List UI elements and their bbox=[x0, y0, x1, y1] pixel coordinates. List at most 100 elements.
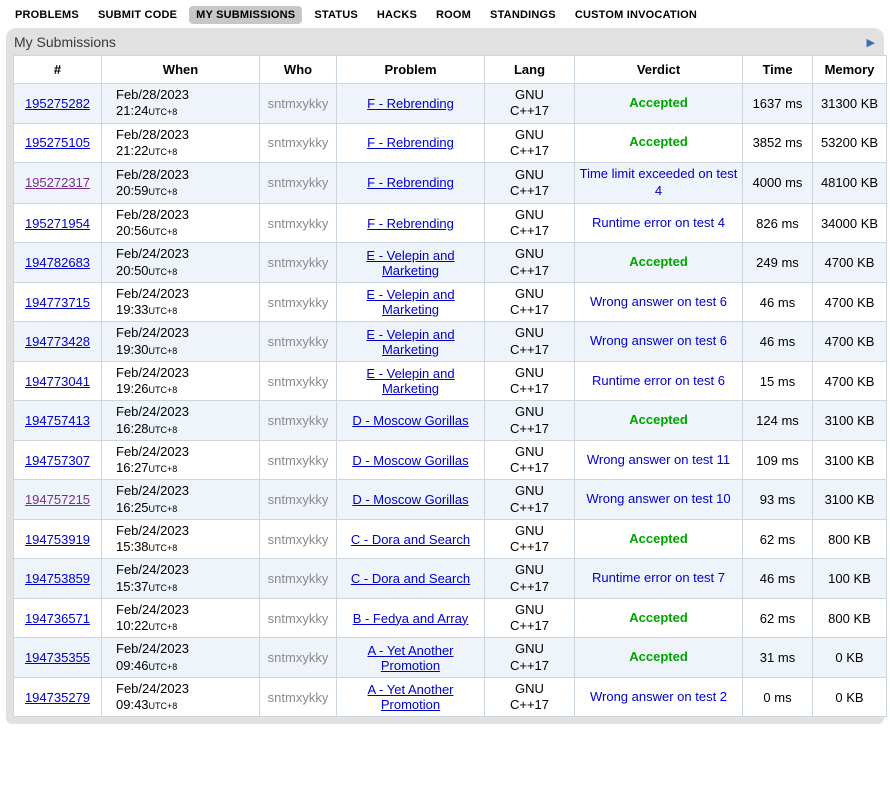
problem-link[interactable]: F - Rebrending bbox=[367, 135, 454, 150]
submission-time: 20:59 bbox=[116, 183, 149, 198]
verdict-text[interactable]: Wrong answer on test 6 bbox=[590, 294, 727, 309]
submission-when: Feb/28/2023 21:24UTC+8 bbox=[102, 84, 260, 124]
problem-link[interactable]: E - Velepin and Marketing bbox=[366, 248, 454, 278]
submitter-name: sntmxykky bbox=[268, 453, 329, 468]
table-row: 194757215 Feb/24/2023 16:25UTC+8 sntmxyk… bbox=[14, 480, 887, 520]
verdict-text[interactable]: Accepted bbox=[629, 95, 688, 110]
execution-time: 46 ms bbox=[743, 282, 813, 322]
problem-link[interactable]: F - Rebrending bbox=[367, 175, 454, 190]
submission-id-link[interactable]: 194757215 bbox=[25, 492, 90, 507]
submission-date: Feb/28/2023 bbox=[116, 127, 189, 142]
submission-id-link[interactable]: 194757413 bbox=[25, 413, 90, 428]
nav-item-submit-code[interactable]: SUBMIT CODE bbox=[91, 6, 184, 24]
table-row: 195271954 Feb/28/2023 20:56UTC+8 sntmxyk… bbox=[14, 203, 887, 243]
nav-item-standings[interactable]: STANDINGS bbox=[483, 6, 563, 24]
verdict-text[interactable]: Accepted bbox=[629, 610, 688, 625]
problem-link[interactable]: E - Velepin and Marketing bbox=[366, 327, 454, 357]
submission-when: Feb/28/2023 21:22UTC+8 bbox=[102, 123, 260, 163]
submission-when: Feb/24/2023 10:22UTC+8 bbox=[102, 598, 260, 638]
problem-link[interactable]: D - Moscow Gorillas bbox=[352, 453, 468, 468]
submission-lang: GNU C++17 bbox=[507, 246, 553, 279]
execution-time: 4000 ms bbox=[743, 163, 813, 204]
problem-link[interactable]: F - Rebrending bbox=[367, 216, 454, 231]
expand-arrow-icon[interactable]: ▶ bbox=[867, 36, 875, 49]
submission-id-link[interactable]: 195275105 bbox=[25, 135, 90, 150]
submission-id-link[interactable]: 194735279 bbox=[25, 690, 90, 705]
submission-when: Feb/24/2023 09:46UTC+8 bbox=[102, 638, 260, 678]
problem-link[interactable]: E - Velepin and Marketing bbox=[366, 366, 454, 396]
verdict-text[interactable]: Wrong answer on test 10 bbox=[586, 491, 730, 506]
submission-time: 09:46 bbox=[116, 658, 149, 673]
nav-item-my-submissions[interactable]: MY SUBMISSIONS bbox=[189, 6, 302, 24]
verdict-text[interactable]: Runtime error on test 4 bbox=[592, 215, 725, 230]
problem-link[interactable]: F - Rebrending bbox=[367, 96, 454, 111]
table-row: 194773041 Feb/24/2023 19:26UTC+8 sntmxyk… bbox=[14, 361, 887, 401]
memory-used: 3100 KB bbox=[813, 401, 887, 441]
panel-title: My Submissions bbox=[14, 34, 116, 50]
submission-timezone: UTC+8 bbox=[149, 701, 178, 711]
problem-link[interactable]: A - Yet Another Promotion bbox=[367, 682, 453, 712]
verdict-text[interactable]: Wrong answer on test 2 bbox=[590, 689, 727, 704]
submission-when: Feb/24/2023 19:33UTC+8 bbox=[102, 282, 260, 322]
submission-id-link[interactable]: 194735355 bbox=[25, 650, 90, 665]
submission-id-link[interactable]: 194736571 bbox=[25, 611, 90, 626]
memory-used: 48100 KB bbox=[813, 163, 887, 204]
submission-id-link[interactable]: 194757307 bbox=[25, 453, 90, 468]
memory-used: 4700 KB bbox=[813, 322, 887, 362]
nav-item-room[interactable]: ROOM bbox=[429, 6, 478, 24]
submission-lang: GNU C++17 bbox=[507, 87, 553, 120]
submission-id-link[interactable]: 195275282 bbox=[25, 96, 90, 111]
submitter-name: sntmxykky bbox=[268, 413, 329, 428]
verdict-text[interactable]: Accepted bbox=[629, 254, 688, 269]
submission-id-link[interactable]: 194753919 bbox=[25, 532, 90, 547]
memory-used: 800 KB bbox=[813, 598, 887, 638]
submission-time: 15:37 bbox=[116, 579, 149, 594]
nav-item-status[interactable]: STATUS bbox=[307, 6, 365, 24]
verdict-text[interactable]: Wrong answer on test 6 bbox=[590, 333, 727, 348]
memory-used: 3100 KB bbox=[813, 440, 887, 480]
problem-link[interactable]: C - Dora and Search bbox=[351, 532, 470, 547]
verdict-text[interactable]: Wrong answer on test 11 bbox=[587, 452, 730, 467]
nav-item-hacks[interactable]: HACKS bbox=[370, 6, 424, 24]
submitter-name: sntmxykky bbox=[268, 334, 329, 349]
submission-lang: GNU C++17 bbox=[507, 127, 553, 160]
execution-time: 124 ms bbox=[743, 401, 813, 441]
nav-item-problems[interactable]: PROBLEMS bbox=[8, 6, 86, 24]
submitter-name: sntmxykky bbox=[268, 175, 329, 190]
verdict-text[interactable]: Accepted bbox=[629, 649, 688, 664]
submission-id-link[interactable]: 194773715 bbox=[25, 295, 90, 310]
execution-time: 93 ms bbox=[743, 480, 813, 520]
verdict-text[interactable]: Runtime error on test 7 bbox=[592, 570, 725, 585]
verdict-text[interactable]: Runtime error on test 6 bbox=[592, 373, 725, 388]
submission-when: Feb/28/2023 20:56UTC+8 bbox=[102, 203, 260, 243]
submission-id-link[interactable]: 194782683 bbox=[25, 255, 90, 270]
submission-id-link[interactable]: 194773041 bbox=[25, 374, 90, 389]
problem-link[interactable]: D - Moscow Gorillas bbox=[352, 492, 468, 507]
submission-when: Feb/24/2023 16:25UTC+8 bbox=[102, 480, 260, 520]
submission-time: 15:38 bbox=[116, 539, 149, 554]
problem-link[interactable]: D - Moscow Gorillas bbox=[352, 413, 468, 428]
submission-id-link[interactable]: 194773428 bbox=[25, 334, 90, 349]
verdict-text[interactable]: Time limit exceeded on test 4 bbox=[580, 166, 738, 198]
execution-time: 46 ms bbox=[743, 322, 813, 362]
problem-link[interactable]: C - Dora and Search bbox=[351, 571, 470, 586]
col-header-who: Who bbox=[260, 56, 337, 84]
submission-id-link[interactable]: 195271954 bbox=[25, 216, 90, 231]
table-row: 194753859 Feb/24/2023 15:37UTC+8 sntmxyk… bbox=[14, 559, 887, 599]
verdict-text[interactable]: Accepted bbox=[629, 134, 688, 149]
problem-link[interactable]: A - Yet Another Promotion bbox=[367, 643, 453, 673]
submitter-name: sntmxykky bbox=[268, 374, 329, 389]
col-header-problem: Problem bbox=[337, 56, 485, 84]
nav-item-custom-invocation[interactable]: CUSTOM INVOCATION bbox=[568, 6, 704, 24]
verdict-text[interactable]: Accepted bbox=[629, 531, 688, 546]
submission-id-link[interactable]: 195272317 bbox=[25, 175, 90, 190]
submission-date: Feb/28/2023 bbox=[116, 207, 189, 222]
submission-lang: GNU C++17 bbox=[507, 444, 553, 477]
problem-link[interactable]: B - Fedya and Array bbox=[353, 611, 469, 626]
submission-date: Feb/24/2023 bbox=[116, 325, 189, 340]
verdict-text[interactable]: Accepted bbox=[629, 412, 688, 427]
memory-used: 4700 KB bbox=[813, 243, 887, 283]
page: PROBLEMS SUBMIT CODE MY SUBMISSIONS STATUS H… bbox=[0, 0, 890, 724]
submission-id-link[interactable]: 194753859 bbox=[25, 571, 90, 586]
problem-link[interactable]: E - Velepin and Marketing bbox=[366, 287, 454, 317]
